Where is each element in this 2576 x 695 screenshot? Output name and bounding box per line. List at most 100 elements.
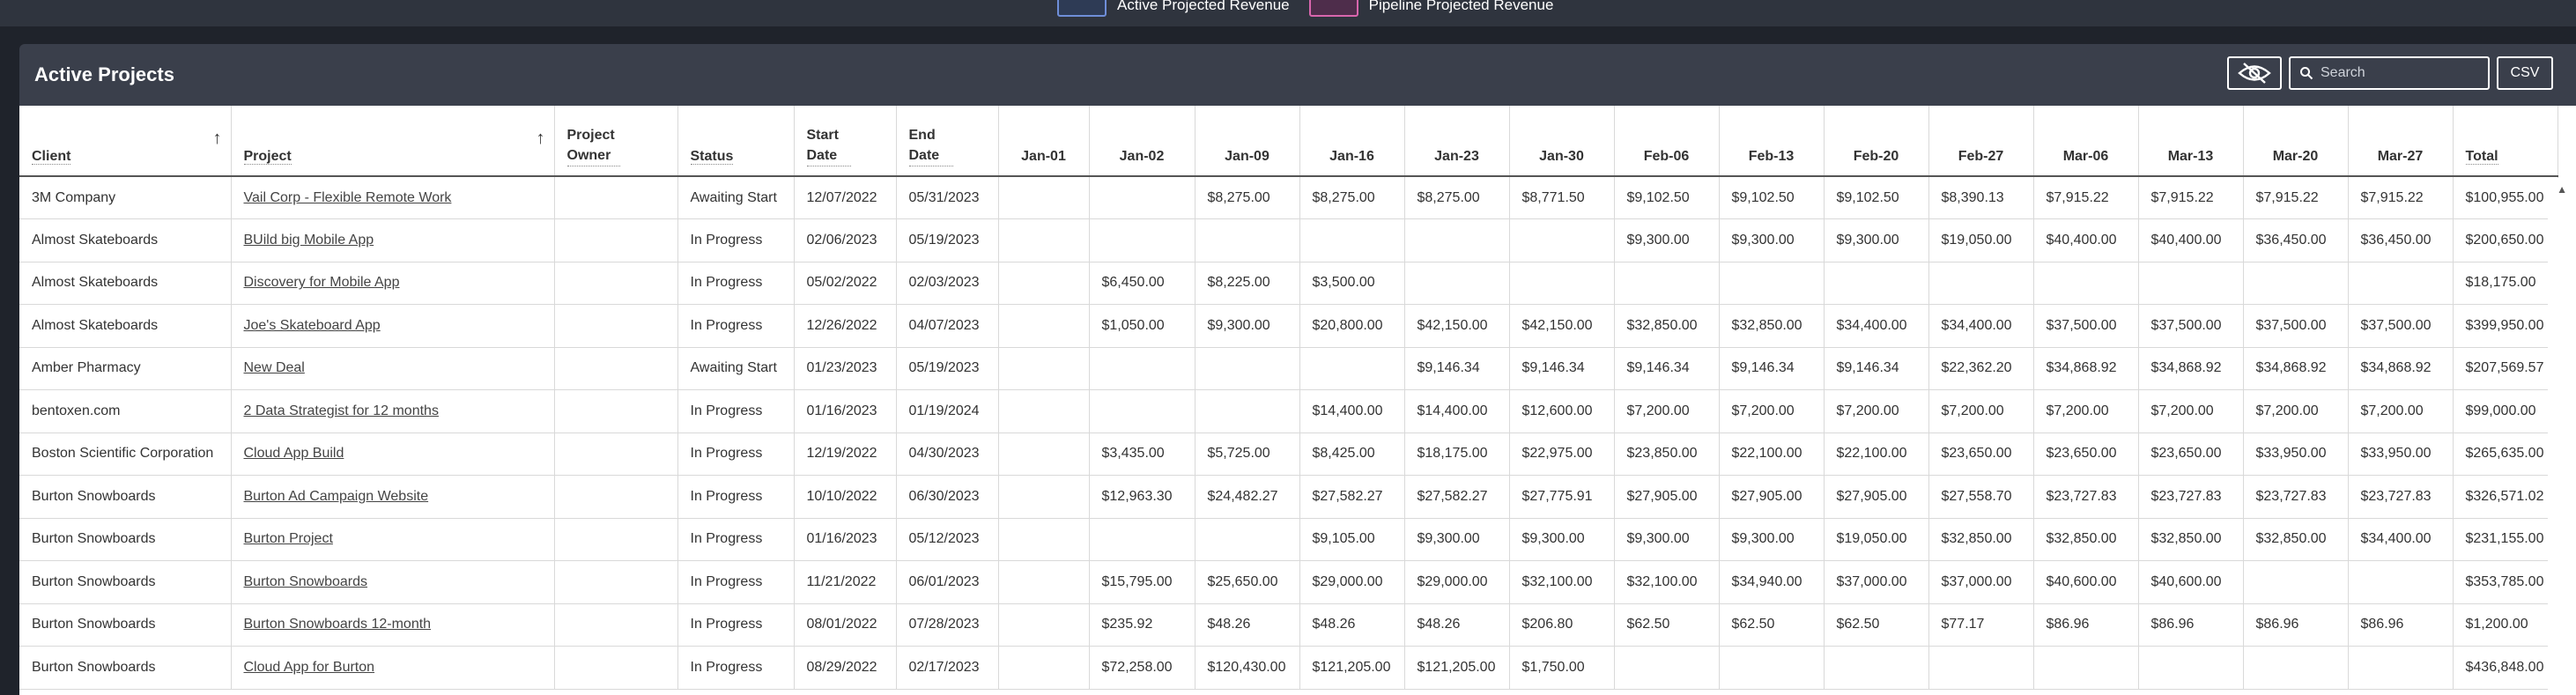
week-revenue-cell: $23,650.00 xyxy=(2033,433,2139,476)
week-revenue-cell xyxy=(2243,646,2349,690)
table-row[interactable]: Burton Snowboards Burton Ad Campaign Webs… xyxy=(19,475,2558,519)
week-revenue-cell: $37,000.00 xyxy=(1824,560,1929,604)
week-revenue-cell: $23,650.00 xyxy=(1928,433,2034,476)
week-revenue-cell: $33,950.00 xyxy=(2348,433,2454,476)
column-header-week[interactable]: Jan-30 xyxy=(1509,106,1615,177)
week-revenue-cell: $9,300.00 xyxy=(1614,518,1720,561)
search-input[interactable]: Search xyxy=(2289,56,2490,90)
project-link[interactable]: Cloud App Build xyxy=(231,433,555,476)
week-revenue-cell xyxy=(1089,518,1195,561)
project-link-text[interactable]: 2 Data Strategist for 12 months xyxy=(244,403,439,418)
week-revenue-cell: $20,800.00 xyxy=(1299,304,1405,348)
project-link[interactable]: Burton Snowboards xyxy=(231,560,555,604)
vertical-scrollbar[interactable]: ▲ xyxy=(2548,178,2576,695)
column-header-week[interactable]: Jan-01 xyxy=(998,106,1090,177)
legend-item-pipeline[interactable]: Pipeline Projected Revenue xyxy=(1308,0,1554,17)
table-row[interactable]: Burton Snowboards Cloud App for Burton In … xyxy=(19,646,2558,690)
table-row[interactable]: Burton Snowboards Burton Snowboards In Pro… xyxy=(19,560,2558,604)
end-date-cell: 07/28/2023 xyxy=(896,603,999,647)
project-link-text[interactable]: Burton Snowboards xyxy=(244,574,368,589)
week-revenue-cell xyxy=(998,176,1090,219)
project-link[interactable]: Burton Ad Campaign Website xyxy=(231,475,555,519)
project-link[interactable]: Joe's Skateboard App xyxy=(231,304,555,348)
column-header-week[interactable]: Mar-20 xyxy=(2243,106,2349,177)
project-link[interactable]: 2 Data Strategist for 12 months xyxy=(231,389,555,433)
project-link[interactable]: BUild big Mobile App xyxy=(231,218,555,262)
project-link-text[interactable]: Discovery for Mobile App xyxy=(244,275,400,290)
table-row[interactable]: Burton Snowboards Burton Project In Progre… xyxy=(19,518,2558,561)
start-date-cell: 01/23/2023 xyxy=(794,347,897,390)
project-link[interactable]: New Deal xyxy=(231,347,555,390)
table-row[interactable]: Almost Skateboards Discovery for Mobile A… xyxy=(19,262,2558,305)
project-link-text[interactable]: Cloud App for Burton xyxy=(244,660,375,675)
column-header-week[interactable]: Feb-27 xyxy=(1928,106,2034,177)
legend-swatch-pipeline xyxy=(1308,0,1358,17)
project-link[interactable]: Burton Snowboards 12-month xyxy=(231,603,555,647)
legend-label-pipeline: Pipeline Projected Revenue xyxy=(1368,0,1554,13)
project-link[interactable]: Burton Project xyxy=(231,518,555,561)
status-cell: In Progress xyxy=(677,262,795,305)
status-cell: In Progress xyxy=(677,389,795,433)
week-revenue-cell: $34,868.92 xyxy=(2138,347,2244,390)
project-link-text[interactable]: Burton Snowboards 12-month xyxy=(244,617,432,632)
week-revenue-cell: $1,750.00 xyxy=(1509,646,1615,690)
search-icon xyxy=(2300,67,2313,80)
week-revenue-cell: $3,435.00 xyxy=(1089,433,1195,476)
week-revenue-cell xyxy=(998,347,1090,390)
column-header-start-date[interactable]: Start Date xyxy=(794,106,897,177)
column-header-week[interactable]: Mar-27 xyxy=(2348,106,2454,177)
column-header-client[interactable]: Client ↑ xyxy=(19,106,232,177)
project-link-text[interactable]: Burton Project xyxy=(244,531,333,546)
column-header-week[interactable]: Feb-06 xyxy=(1614,106,1720,177)
week-revenue-cell: $23,650.00 xyxy=(2138,433,2244,476)
table-row[interactable]: Almost Skateboards Joe's Skateboard App In… xyxy=(19,304,2558,348)
week-revenue-cell xyxy=(998,262,1090,305)
status-cell: In Progress xyxy=(677,560,795,604)
project-link[interactable]: Vail Corp - Flexible Remote Work xyxy=(231,176,555,219)
column-header-week[interactable]: Jan-09 xyxy=(1195,106,1300,177)
week-revenue-cell: $7,915.22 xyxy=(2348,176,2454,219)
column-header-week[interactable]: Mar-13 xyxy=(2138,106,2244,177)
column-header-status[interactable]: Status xyxy=(677,106,795,177)
scroll-up-arrow-icon[interactable]: ▲ xyxy=(2557,183,2567,196)
column-header-total[interactable]: Total xyxy=(2453,106,2558,177)
client-cell: Burton Snowboards xyxy=(19,603,232,647)
table-row[interactable]: Boston Scientific Corporation Cloud App B… xyxy=(19,433,2558,476)
project-link-text[interactable]: Cloud App Build xyxy=(244,446,344,461)
week-revenue-cell: $9,300.00 xyxy=(1509,518,1615,561)
project-link[interactable]: Cloud App for Burton xyxy=(231,646,555,690)
sort-arrow-up-icon: ↑ xyxy=(536,129,545,148)
csv-export-button[interactable]: CSV xyxy=(2497,56,2553,90)
column-header-week[interactable]: Feb-20 xyxy=(1824,106,1929,177)
table-row[interactable]: Almost Skateboards BUild big Mobile App In… xyxy=(19,218,2558,262)
week-revenue-cell xyxy=(1299,218,1405,262)
project-link-text[interactable]: New Deal xyxy=(244,360,305,375)
week-revenue-cell xyxy=(1614,262,1720,305)
project-link-text[interactable]: Burton Ad Campaign Website xyxy=(244,489,429,504)
project-link-text[interactable]: BUild big Mobile App xyxy=(244,233,374,248)
table-row[interactable]: bentoxen.com 2 Data Strategist for 12 mon… xyxy=(19,389,2558,433)
column-header-end-date[interactable]: End Date xyxy=(896,106,999,177)
table-row[interactable]: Amber Pharmacy New Deal Awaiting Start 01/2… xyxy=(19,347,2558,390)
column-header-week[interactable]: Jan-02 xyxy=(1089,106,1195,177)
column-header-project-owner[interactable]: Project Owner xyxy=(554,106,678,177)
table-row[interactable]: 3M Company Vail Corp - Flexible Remote Wo… xyxy=(19,176,2558,219)
column-header-week[interactable]: Mar-06 xyxy=(2033,106,2139,177)
week-revenue-cell: $77.17 xyxy=(1928,603,2034,647)
week-revenue-cell: $7,200.00 xyxy=(1824,389,1929,433)
column-header-week[interactable]: Feb-13 xyxy=(1719,106,1825,177)
week-revenue-cell: $37,500.00 xyxy=(2348,304,2454,348)
project-link-text[interactable]: Joe's Skateboard App xyxy=(244,318,381,333)
start-date-cell: 02/06/2023 xyxy=(794,218,897,262)
column-header-week[interactable]: Jan-16 xyxy=(1299,106,1405,177)
column-header-project[interactable]: Project ↑ xyxy=(231,106,555,177)
week-revenue-cell xyxy=(998,389,1090,433)
project-link-text[interactable]: Vail Corp - Flexible Remote Work xyxy=(244,190,452,205)
column-header-week[interactable]: Jan-23 xyxy=(1404,106,1510,177)
end-date-cell: 02/03/2023 xyxy=(896,262,999,305)
toggle-columns-button[interactable] xyxy=(2227,56,2282,90)
project-link[interactable]: Discovery for Mobile App xyxy=(231,262,555,305)
legend-item-active[interactable]: Active Projected Revenue xyxy=(1057,0,1290,17)
table-row[interactable]: Burton Snowboards Burton Snowboards 12-mo… xyxy=(19,603,2558,647)
week-revenue-cell: $8,275.00 xyxy=(1404,176,1510,219)
